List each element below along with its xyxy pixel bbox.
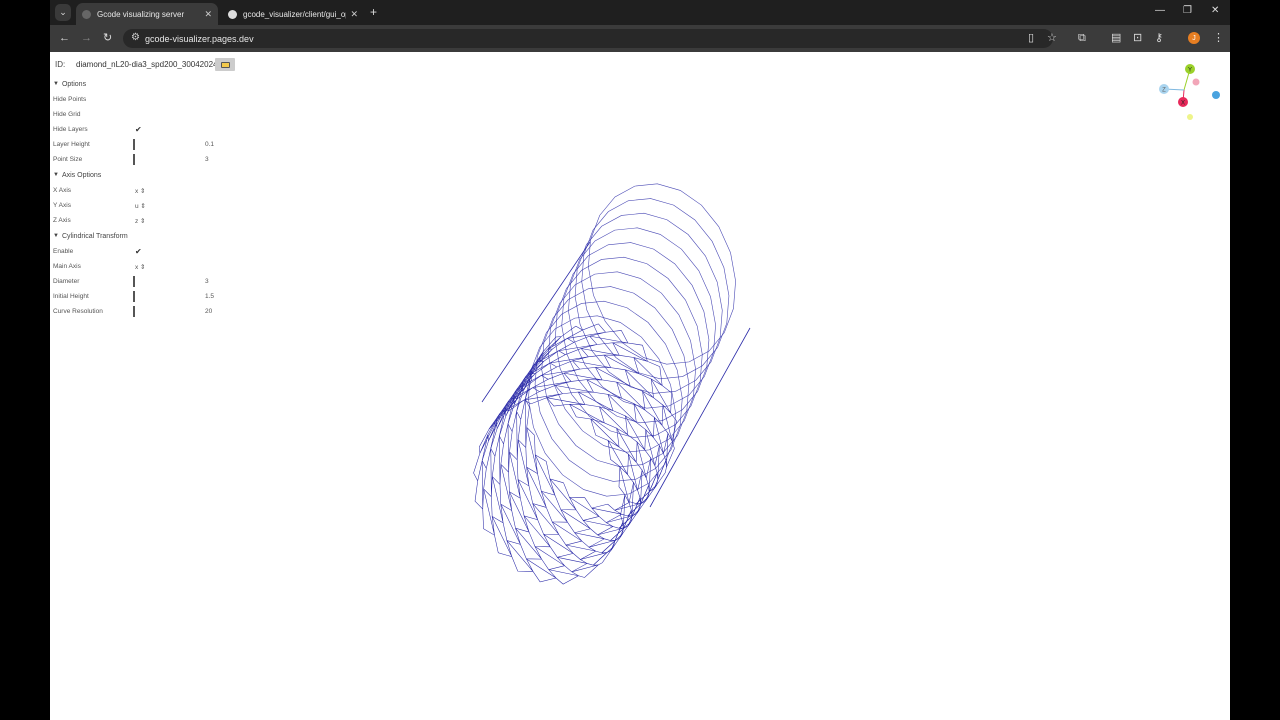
back-icon[interactable]: ← xyxy=(59,32,70,44)
diameter-row[interactable]: Diameter 3 xyxy=(50,274,230,289)
wire-lattice xyxy=(486,379,638,566)
row-label: Curve Resolution xyxy=(53,308,103,315)
main-axis-select[interactable]: x ⇕ xyxy=(135,263,146,271)
window-close-icon[interactable]: ✕ xyxy=(1211,5,1219,16)
layer-height-value[interactable]: 0.1 xyxy=(205,141,214,148)
new-tab-button[interactable]: + xyxy=(370,5,377,19)
url-text: gcode-visualizer.pages.dev xyxy=(145,33,254,44)
profile-avatar[interactable]: J xyxy=(1188,32,1200,44)
curve-resolution-value[interactable]: 20 xyxy=(205,308,212,315)
id-value[interactable]: diamond_nL20-dia3_spd200_300420241 xyxy=(76,59,215,71)
screenshot-icon[interactable]: ⊡ xyxy=(1133,32,1142,44)
row-label: Enable xyxy=(53,248,74,255)
tab-title: gcode_visualizer/client/gui_opt xyxy=(243,9,347,19)
row-label: Z Axis xyxy=(53,217,71,224)
hide-grid-row[interactable]: Hide Grid xyxy=(50,107,230,122)
layer-height-row[interactable]: Layer Height 0.1 xyxy=(50,137,230,152)
reading-list-icon[interactable]: ▤ xyxy=(1111,32,1121,44)
close-icon[interactable]: ✕ xyxy=(350,9,358,20)
globe-icon xyxy=(82,9,91,19)
folder-title: Options xyxy=(61,80,87,88)
axis-gizmo[interactable]: Y X Z xyxy=(1150,58,1225,128)
options-folder[interactable]: ▼ Options xyxy=(50,76,230,92)
z-axis-row[interactable]: Z Axis z ⇕ xyxy=(50,213,230,228)
row-label: Point Size xyxy=(53,156,83,163)
x-axis-row[interactable]: X Axis x ⇕ xyxy=(50,183,230,198)
reload-icon[interactable]: ↻ xyxy=(103,32,112,44)
close-icon[interactable]: ✕ xyxy=(204,9,212,20)
check-icon[interactable]: ✔ xyxy=(135,247,142,256)
forward-icon[interactable]: → xyxy=(81,32,92,44)
gizmo-neg-y-dot xyxy=(1187,114,1193,120)
chevron-down-icon: ▼ xyxy=(53,81,59,87)
y-axis-select[interactable]: u ⇕ xyxy=(135,202,146,210)
row-label: Layer Height xyxy=(53,141,90,148)
address-bar[interactable]: ⚙ gcode-visualizer.pages.dev xyxy=(123,29,1053,48)
menu-icon[interactable]: ⋮ xyxy=(1213,32,1224,44)
curve-resolution-slider[interactable] xyxy=(133,306,135,317)
tab-github[interactable]: gcode_visualizer/client/gui_opt ✕ xyxy=(222,3,364,25)
browser-window: ⌄ Gcode visualizing server ✕ gcode_visua… xyxy=(50,0,1230,720)
initial-height-row[interactable]: Initial Height 1.5 xyxy=(50,289,230,304)
y-axis-row[interactable]: Y Axis u ⇕ xyxy=(50,198,230,213)
gizmo-y-label: Y xyxy=(1188,68,1192,74)
row-label: X Axis xyxy=(53,187,72,194)
id-bar: ID: diamond_nL20-dia3_spd200_300420241 xyxy=(55,58,235,71)
minimize-icon[interactable]: — xyxy=(1155,5,1165,16)
browser-toolbar: ← → ↻ ⚙ gcode-visualizer.pages.dev ▯ ☆ ⧉… xyxy=(50,25,1230,52)
id-label: ID: xyxy=(55,60,66,69)
curve-resolution-row[interactable]: Curve Resolution 20 xyxy=(50,304,230,319)
check-icon[interactable]: ✔ xyxy=(135,125,142,134)
row-label: Y Axis xyxy=(53,202,71,209)
bookmark-star-icon[interactable]: ☆ xyxy=(1047,32,1057,44)
layer-height-slider[interactable] xyxy=(133,139,135,150)
hide-layers-row[interactable]: Hide Layers ✔ xyxy=(50,122,230,137)
initial-height-value[interactable]: 1.5 xyxy=(205,293,214,300)
gizmo-neg-x-dot xyxy=(1192,78,1200,86)
initial-height-slider[interactable] xyxy=(133,291,135,302)
chevron-down-icon: ▼ xyxy=(53,233,59,239)
folder-title: Cylindrical Transform xyxy=(61,232,128,240)
enable-row[interactable]: Enable ✔ xyxy=(50,244,230,259)
row-label: Hide Points xyxy=(53,96,87,103)
diameter-value[interactable]: 3 xyxy=(205,278,209,285)
tab-title: Gcode visualizing server xyxy=(97,9,185,19)
row-label: Main Axis xyxy=(53,263,81,270)
page-content: ID: diamond_nL20-dia3_spd200_300420241 ▼… xyxy=(50,52,1230,720)
diameter-slider[interactable] xyxy=(133,276,135,287)
z-axis-select[interactable]: z ⇕ xyxy=(135,217,146,225)
row-label: Hide Grid xyxy=(53,111,81,118)
point-size-row[interactable]: Point Size 3 xyxy=(50,152,230,167)
password-key-icon[interactable]: ⚷ xyxy=(1155,32,1163,44)
cylindrical-transform-folder[interactable]: ▼ Cylindrical Transform xyxy=(50,228,230,244)
chevron-down-icon: ▼ xyxy=(53,172,59,178)
gizmo-neg-z-dot xyxy=(1212,91,1220,99)
row-label: Initial Height xyxy=(53,293,89,300)
wire-lattice xyxy=(477,391,630,579)
github-icon xyxy=(228,9,237,19)
gui-panel: ▼ Options Hide Points Hide Grid Hide Laye… xyxy=(50,76,230,319)
point-size-slider[interactable] xyxy=(133,154,135,165)
x-axis-select[interactable]: x ⇕ xyxy=(135,187,146,195)
gizmo-z-label: Z xyxy=(1162,88,1166,94)
main-axis-row[interactable]: Main Axis x ⇕ xyxy=(50,259,230,274)
open-file-button[interactable] xyxy=(215,58,235,71)
gizmo-x-label: X xyxy=(1181,101,1185,107)
tab-gcode-server[interactable]: Gcode visualizing server ✕ xyxy=(76,3,218,25)
point-size-value[interactable]: 3 xyxy=(205,156,209,163)
row-label: Diameter xyxy=(53,278,80,285)
axis-options-folder[interactable]: ▼ Axis Options xyxy=(50,167,230,183)
row-label: Hide Layers xyxy=(53,126,88,133)
extensions-icon[interactable]: ⧉ xyxy=(1078,32,1086,44)
folder-title: Axis Options xyxy=(61,171,102,179)
page-icon[interactable]: ▯ xyxy=(1028,32,1034,44)
tab-strip: ⌄ Gcode visualizing server ✕ gcode_visua… xyxy=(50,0,1230,25)
wire-silhouette xyxy=(481,241,751,508)
hide-points-row[interactable]: Hide Points xyxy=(50,92,230,107)
tab-search-button[interactable]: ⌄ xyxy=(55,4,71,21)
restore-icon[interactable]: ❐ xyxy=(1183,5,1192,16)
site-info-icon[interactable]: ⚙ xyxy=(131,32,140,43)
folder-icon xyxy=(220,61,230,68)
